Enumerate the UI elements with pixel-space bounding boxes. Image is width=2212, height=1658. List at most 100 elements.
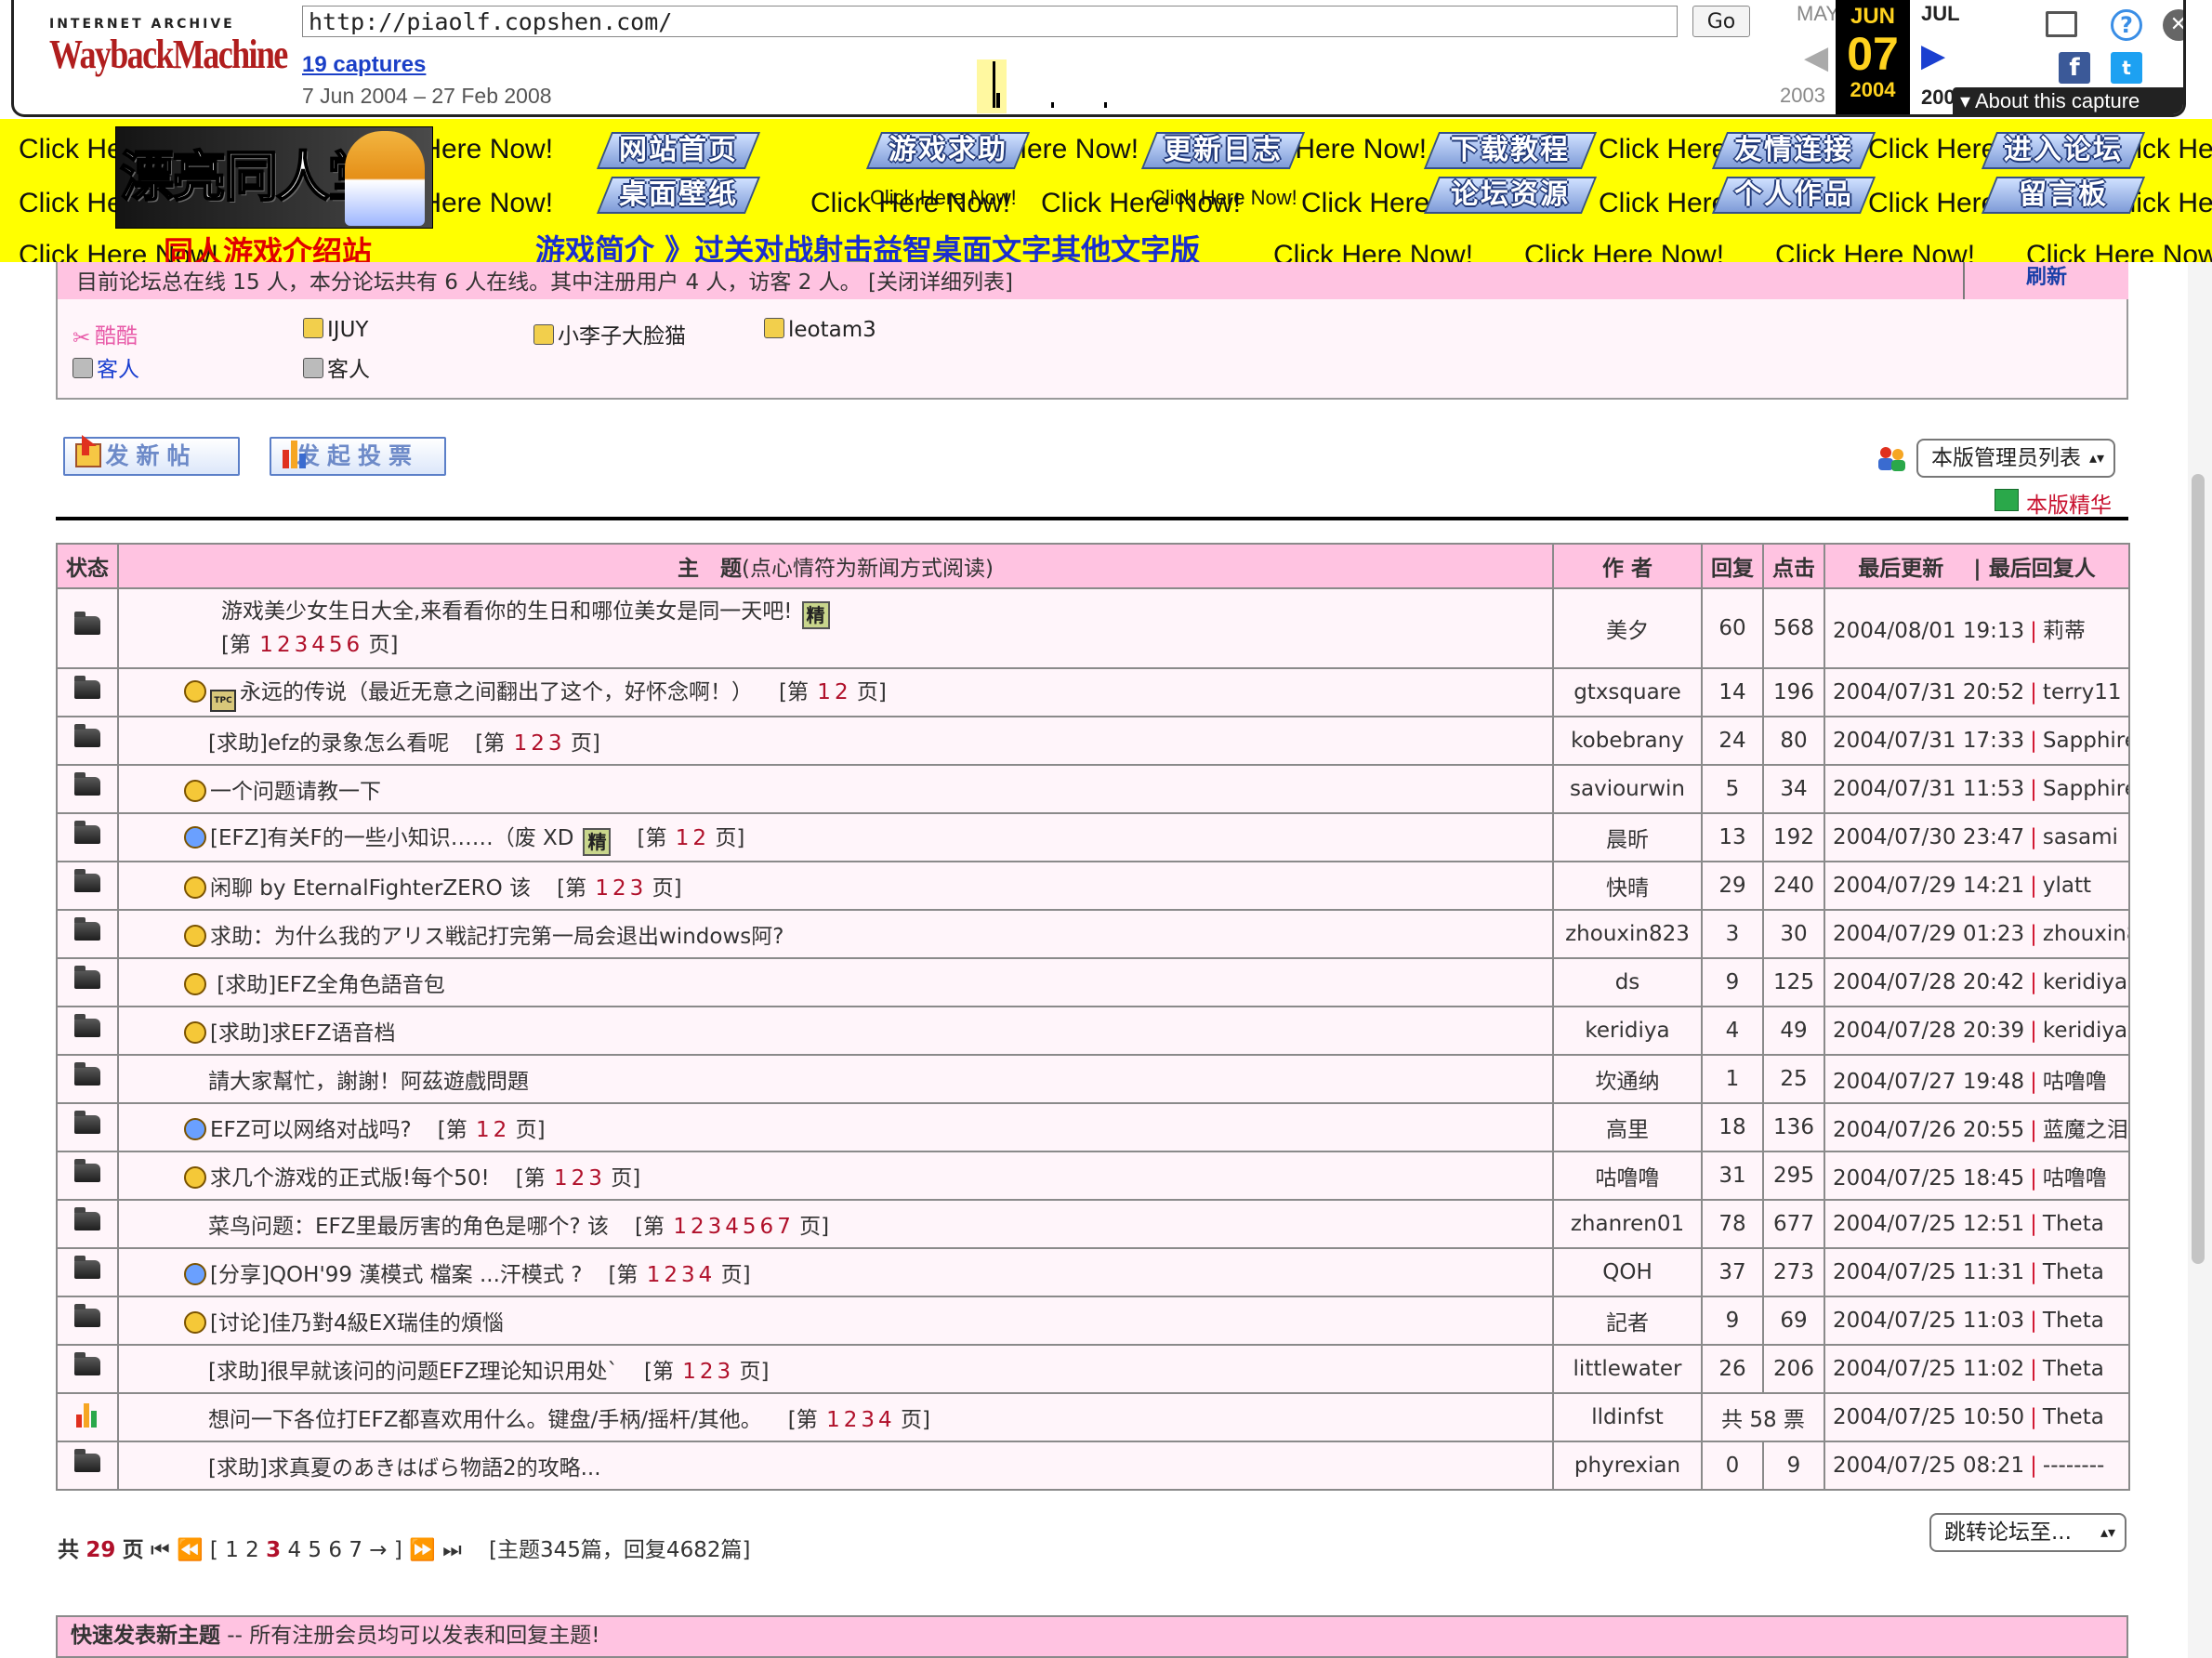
last-replier[interactable]: zhouxin823 [2043,922,2127,946]
online-user[interactable]: ✂ 酷酷 [72,318,138,350]
topic-page-link[interactable]: 3 [548,731,562,756]
last-update-date[interactable]: 2004/07/29 14:21 [1833,874,2024,898]
go-button[interactable]: Go [1692,6,1750,37]
topic-page-link[interactable]: 2 [277,633,291,657]
topic-page-link[interactable]: 4 [725,1215,739,1239]
click-here-text[interactable]: Click Here Now! [2026,240,2212,262]
intro-site-link[interactable]: 同人游戏介绍站 [164,229,372,262]
topic-page-link[interactable]: 1 [826,1408,840,1432]
help-icon[interactable]: ? [2111,9,2142,41]
last-update-date[interactable]: 2004/07/25 11:31 [1833,1260,2024,1284]
author-link[interactable]: 美夕 [1606,619,1649,643]
calendar-icon[interactable] [2046,11,2077,37]
click-here-text[interactable]: Click Here Now! [1775,240,1975,262]
last-update-date[interactable]: 2004/07/27 19:48 [1833,1070,2024,1094]
topic-page-link[interactable]: 1 [673,1215,687,1239]
prev-month[interactable]: MAY [1797,2,1839,26]
author-link[interactable]: saviourwin [1570,777,1685,801]
topic-link[interactable]: [求助]求真夏のあきはばら物語2的攻略... [208,1456,601,1480]
prev-capture-arrow[interactable]: ◀ [1804,39,1828,76]
last-update-date[interactable]: 2004/07/25 08:21 [1833,1454,2024,1478]
captures-link[interactable]: 19 captures [302,52,426,78]
first-page-icon[interactable]: ⏮ [151,1538,170,1562]
last-update-date[interactable]: 2004/08/01 19:13 [1833,619,2024,643]
topic-link[interactable]: 一个问题请教一下 [210,780,381,804]
mood-face-icon[interactable] [184,780,206,802]
page-link[interactable]: 2 [245,1538,259,1562]
topic-page-link[interactable]: 1 [682,1360,696,1384]
last-replier[interactable]: Theta [2043,1260,2104,1284]
last-replier[interactable]: 咕噜噜 [2043,1070,2107,1094]
capture-sparkline[interactable] [598,56,1787,113]
topic-page-link[interactable]: 6 [347,633,361,657]
nav-links-button[interactable]: 友情连接 [1711,132,1876,169]
topic-page-link[interactable]: 3 [718,1360,731,1384]
last-update-date[interactable]: 2004/07/25 10:50 [1833,1405,2024,1429]
online-user[interactable]: IJUY [303,318,368,342]
topic-link[interactable]: 菜鸟问题：EFZ里最厉害的角色是哪个? 该 [208,1215,609,1239]
last-replier[interactable]: Theta [2043,1212,2104,1236]
new-post-button[interactable]: 发新帖 [63,435,240,476]
last-replier[interactable]: Theta [2043,1309,2104,1333]
topic-link[interactable]: [求助]求EFZ语音档 [210,1021,395,1046]
last-update-date[interactable]: 2004/07/25 12:51 [1833,1212,2024,1236]
topic-link[interactable]: 想问一下各位打EFZ都喜欢用什么。键盘/手柄/摇杆/其他。 [208,1408,762,1432]
page-link[interactable]: 1 [225,1538,239,1562]
wayback-logo[interactable]: INTERNET ARCHIVE WaybackMachine [49,17,288,93]
online-guest[interactable]: 客人 [303,351,370,383]
last-replier[interactable]: ylatt [2043,874,2091,898]
topic-page-link[interactable]: 4 [699,1263,713,1287]
last-update-date[interactable]: 2004/07/28 20:39 [1833,1019,2024,1043]
nav-home-button[interactable]: 网站首页 [596,132,761,169]
last-replier[interactable]: 蓝魔之泪 [2043,1118,2127,1142]
last-update-date[interactable]: 2004/07/30 23:47 [1833,825,2024,849]
topic-page-link[interactable]: 5 [329,633,343,657]
topic-page-link[interactable]: 3 [681,1263,695,1287]
online-guest[interactable]: 客人 [72,351,139,383]
topic-link[interactable]: [求助]efz的录象怎么看呢 [208,731,449,756]
url-input[interactable]: http://piaolf.copshen.com/ [302,6,1678,37]
topic-page-link[interactable]: 7 [777,1215,791,1239]
topic-page-link[interactable]: 1 [817,680,831,704]
topic-link[interactable]: [分享]QOH'99 漢模式 檔案 ...汗模式 ? [210,1263,582,1287]
mood-face-icon[interactable] [184,1118,206,1140]
last-replier[interactable]: terry11 [2043,680,2122,704]
topic-page-link[interactable]: 2 [844,1408,858,1432]
online-user[interactable]: leotam3 [764,318,876,342]
last-update-date[interactable]: 2004/07/25 11:03 [1833,1309,2024,1333]
last-replier[interactable]: -------- [2043,1454,2104,1478]
topic-page-link[interactable]: 2 [664,1263,678,1287]
mood-face-icon[interactable] [184,876,206,899]
topic-page-link[interactable]: 2 [700,1360,714,1384]
last-replier[interactable]: 咕噜噜 [2043,1166,2107,1191]
topic-page-link[interactable]: 2 [612,876,626,901]
topic-link[interactable]: [EFZ]有关F的一些小知识……（废 XD [210,826,573,850]
topic-link[interactable]: 求几个游戏的正式版!每个50! [210,1166,490,1191]
nav-updates-button[interactable]: 更新日志 [1140,132,1306,169]
topic-page-link[interactable]: 1 [554,1166,568,1191]
mood-face-icon[interactable] [184,973,206,995]
topic-link[interactable]: 闲聊 by EternalFighterZERO 该 [210,876,531,901]
nav-resources-button[interactable]: 论坛资源 [1423,177,1598,214]
page-link[interactable]: 4 [287,1538,301,1562]
author-link[interactable]: 高里 [1606,1118,1649,1142]
mood-face-icon[interactable] [184,1021,206,1044]
online-user[interactable]: 小李子大脸猫 [533,318,686,349]
author-link[interactable]: littlewater [1573,1357,1682,1381]
category-links[interactable]: 游戏简介 》过关对战射击益智桌面文字其他文字版 [535,227,1200,262]
topic-page-link[interactable]: 2 [494,1118,507,1142]
topic-link[interactable]: [讨论]佳乃對4級EX瑞佳的煩惱 [210,1311,504,1336]
author-link[interactable]: phyrexian [1574,1454,1680,1478]
topic-link[interactable]: [求助]很早就该问的问题EFZ理论知识用处` [208,1360,618,1384]
author-link[interactable]: kobebrany [1571,729,1684,753]
mood-face-icon[interactable] [184,1311,206,1334]
mood-face-icon[interactable] [184,679,206,703]
topic-link[interactable]: 請大家幫忙，謝謝！阿茲遊戲問題 [208,1070,529,1094]
topic-page-link[interactable]: 6 [760,1215,774,1239]
topic-page-link[interactable]: 2 [531,731,545,756]
last-replier[interactable]: Theta [2043,1357,2104,1381]
topic-page-link[interactable]: 5 [743,1215,757,1239]
nav-wallpaper-button[interactable]: 桌面壁纸 [596,177,761,214]
last-update-date[interactable]: 2004/07/25 18:45 [1833,1166,2024,1191]
facebook-icon[interactable]: f [2059,52,2090,84]
